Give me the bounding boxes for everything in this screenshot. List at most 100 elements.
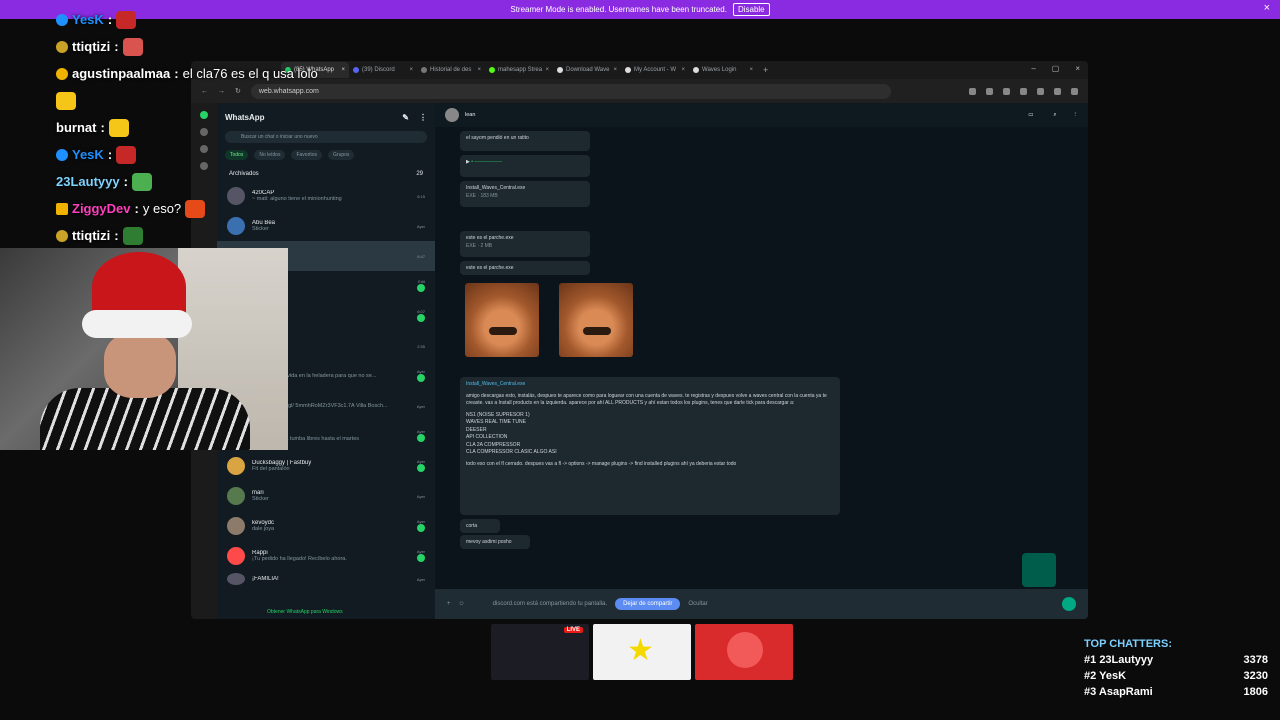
instructions-message[interactable]: Install_Waves_Central.exe amigo descarga…: [460, 377, 840, 515]
streamer-mode-text: Streamer Mode is enabled. Usernames have…: [510, 5, 727, 14]
hide-button[interactable]: Ocultar: [688, 601, 707, 607]
window-controls: – ▢ ×: [1031, 64, 1080, 73]
emote-icon: [116, 10, 137, 29]
chat-line: YesK:: [56, 141, 386, 168]
extension-icon[interactable]: [1020, 87, 1027, 95]
chat-line: agustinpaalmaa: el cla76 es el q usa lolo: [56, 60, 386, 87]
conversation-panel: lean ▭ ⌕ ⋮ el sayom pendió en un ratito …: [435, 103, 1088, 619]
archived-count: 29: [416, 171, 423, 177]
chatter-row: #1 23Lautyyy 3378: [1084, 654, 1268, 666]
contact-avatar[interactable]: [445, 108, 459, 122]
sent-message[interactable]: [1022, 553, 1056, 587]
close-window-icon[interactable]: ×: [1075, 64, 1080, 73]
chat-row[interactable]: Rappi ¡Tu pedido ha llegado! Recíbelo aho…: [217, 541, 435, 571]
waves-favicon-icon: [625, 67, 631, 73]
chat-row[interactable]: mari Sticker Ayer: [217, 481, 435, 511]
maximize-icon[interactable]: ▢: [1052, 64, 1060, 73]
angry-face-thumbnail[interactable]: [695, 624, 793, 680]
zoom-icon[interactable]: [986, 87, 993, 95]
close-icon[interactable]: ×: [1264, 2, 1270, 14]
disable-streamer-mode-button[interactable]: Disable: [732, 3, 770, 16]
santa-hat-trim: [82, 310, 192, 338]
chat-line: ttiqtizi:: [56, 222, 386, 249]
chatter-row: #2 YesK 3230: [1084, 670, 1268, 682]
chat-row[interactable]: Ducksbaggy | Fastbuy Fit del pantalón Ayer: [217, 451, 435, 481]
video-call-icon[interactable]: ▭: [1028, 112, 1033, 118]
contact-name[interactable]: lean: [465, 112, 475, 118]
emote-icon: [56, 91, 76, 110]
mustache-icon: [583, 327, 611, 335]
badge-icon: [56, 148, 68, 161]
play-icon[interactable]: ▶: [466, 159, 470, 165]
cast-icon[interactable]: [969, 87, 976, 95]
avatar: [227, 547, 245, 565]
download-favicon-icon: [421, 67, 427, 73]
avatar: [227, 517, 245, 535]
new-tab-icon[interactable]: +: [763, 65, 768, 75]
tab-waves-login[interactable]: Waves Login ×: [689, 62, 757, 78]
unread-badge: [417, 554, 425, 562]
more-menu-icon[interactable]: ⋮: [419, 113, 427, 122]
more-menu-icon[interactable]: ⋮: [1073, 112, 1079, 118]
minimize-icon[interactable]: –: [1031, 64, 1035, 73]
get-whatsapp-windows-link[interactable]: Obtener WhatsApp para Windows: [267, 609, 343, 615]
conversation-header: lean ▭ ⌕ ⋮: [435, 103, 1088, 127]
chat-line: YesK:: [56, 6, 386, 33]
webcam-face: [104, 332, 176, 398]
emoji-icon[interactable]: ☺: [459, 601, 465, 607]
text-message[interactable]: corta: [460, 519, 500, 533]
stream-screen: { "banner": { "text": "Streamer Mode is …: [0, 0, 1280, 720]
chat-line: [56, 87, 386, 114]
menu-icon[interactable]: [1071, 87, 1078, 95]
close-tab-icon[interactable]: ×: [749, 67, 753, 73]
close-tab-icon[interactable]: ×: [477, 67, 481, 73]
stop-sharing-button[interactable]: Dejar de compartir: [615, 598, 681, 610]
profile-icon[interactable]: [1054, 87, 1061, 95]
close-tab-icon[interactable]: ×: [409, 67, 413, 73]
send-icon[interactable]: [1062, 597, 1076, 611]
emote-icon: [122, 37, 143, 56]
waveform: • ‒‒‒‒‒‒‒‒‒‒: [471, 159, 503, 165]
quoted-message[interactable]: el sayom pendió en un ratito: [460, 131, 590, 151]
avatar: [227, 457, 245, 475]
chat-line: 23Lautyyy:: [56, 168, 386, 195]
emote-icon: [116, 145, 137, 164]
angry-face-icon: [727, 632, 763, 668]
chat-line: ttiqtizi:: [56, 33, 386, 60]
new-chat-icon[interactable]: ✎: [402, 113, 409, 122]
file-message[interactable]: Install_Waves_Central.exe EXE · 183 MB: [460, 181, 590, 207]
downloads-icon[interactable]: [1037, 87, 1044, 95]
chat-row[interactable]: kevoydc dale joya Ayer: [217, 511, 435, 541]
text-message[interactable]: este es el parche.exe: [460, 261, 590, 275]
star-thumbnail[interactable]: ★: [593, 624, 691, 680]
close-tab-icon[interactable]: ×: [613, 67, 617, 73]
tab-my-account[interactable]: My Account - W ×: [621, 62, 689, 78]
chatter-row: #3 AsapRami 1806: [1084, 686, 1268, 698]
sticker-image[interactable]: [559, 283, 633, 357]
attach-icon[interactable]: +: [447, 601, 451, 607]
emote-icon: [131, 172, 152, 191]
emote-icon: [185, 199, 206, 218]
chat-row[interactable]: ¡FAMILIA! Ayer: [217, 571, 435, 587]
tab-download-waves[interactable]: Download Wave ×: [553, 62, 621, 78]
search-icon[interactable]: ⌕: [1053, 112, 1056, 119]
close-tab-icon[interactable]: ×: [681, 67, 685, 73]
avatar: [227, 487, 245, 505]
stream-favicon-icon: [489, 67, 495, 73]
tab-stream[interactable]: mahesapp Strea ×: [485, 62, 553, 78]
voice-message[interactable]: ▶ • ‒‒‒‒‒‒‒‒‒‒: [460, 155, 590, 177]
stream-chat-overlay: YesK: ttiqtizi: agustinpaalmaa: el cla76 …: [56, 6, 386, 249]
close-tab-icon[interactable]: ×: [545, 67, 549, 73]
emote-icon: [122, 226, 143, 245]
file-message[interactable]: este es el parche.exe EXE · 2 MB: [460, 231, 590, 257]
live-preview-thumbnail[interactable]: LIVE: [491, 624, 589, 680]
text-message[interactable]: mevoy asdimi posho: [460, 535, 530, 549]
waves-favicon-icon: [693, 67, 699, 73]
sticker-image[interactable]: [465, 283, 539, 357]
bookmark-star-icon[interactable]: [1003, 87, 1010, 95]
star-icon: ★: [627, 634, 654, 667]
top-chatters-title: TOP CHATTERS:: [1084, 638, 1173, 650]
tab-history[interactable]: Historial de des ×: [417, 62, 485, 78]
unread-badge: [417, 524, 425, 532]
message-composer: + ☺ discord.com está compartiendo tu pan…: [435, 589, 1088, 619]
